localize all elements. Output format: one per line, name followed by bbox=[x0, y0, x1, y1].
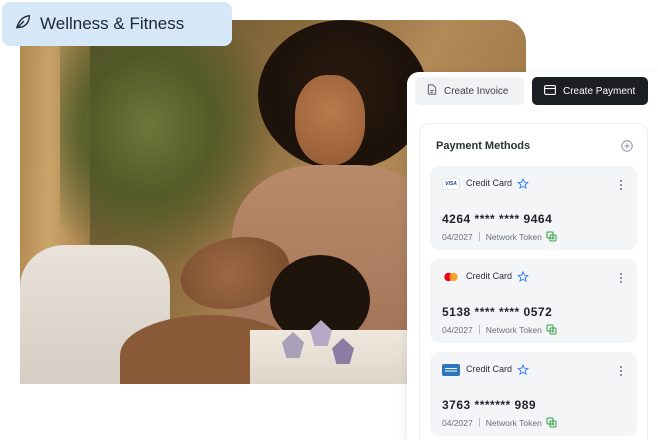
card-meta: 04/2027 Network Token bbox=[442, 417, 557, 428]
card-meta: 04/2027 Network Token bbox=[442, 231, 557, 242]
document-icon bbox=[427, 84, 437, 98]
card-number: 5138 **** **** 0572 bbox=[442, 305, 553, 319]
network-token-icon bbox=[546, 324, 557, 335]
divider bbox=[478, 232, 480, 241]
token-label: Network Token bbox=[485, 324, 542, 335]
payment-card-visa[interactable]: VISA Credit Card 4264 **** **** 9464 04/… bbox=[430, 166, 637, 250]
token-label: Network Token bbox=[485, 417, 542, 428]
star-icon[interactable] bbox=[516, 270, 530, 283]
star-icon[interactable] bbox=[516, 363, 530, 376]
amex-logo-icon bbox=[442, 364, 460, 376]
more-vertical-icon[interactable] bbox=[619, 178, 623, 190]
more-vertical-icon[interactable] bbox=[619, 271, 623, 283]
card-type-label: Credit Card bbox=[466, 364, 513, 374]
visa-logo-icon: VISA bbox=[442, 178, 460, 190]
card-number: 3763 ******* 989 bbox=[442, 398, 537, 412]
payment-methods-card: Payment Methods VISA Credit Card 4264 **… bbox=[419, 123, 648, 440]
leaf-icon bbox=[14, 13, 32, 36]
network-token-icon bbox=[546, 231, 557, 242]
therapist-face bbox=[295, 75, 365, 165]
card-expiry: 04/2027 bbox=[442, 324, 473, 335]
more-vertical-icon[interactable] bbox=[619, 364, 623, 376]
card-expiry: 04/2027 bbox=[442, 231, 473, 242]
badge-label: Wellness & Fitness bbox=[40, 14, 185, 33]
star-icon[interactable] bbox=[516, 177, 530, 190]
payment-card-mastercard[interactable]: Credit Card 5138 **** **** 0572 04/2027 … bbox=[430, 259, 637, 343]
network-token-icon bbox=[546, 417, 557, 428]
card-type-label: Credit Card bbox=[466, 178, 513, 188]
divider bbox=[478, 418, 480, 427]
create-payment-label: Create Payment bbox=[563, 85, 636, 97]
card-type-label: Credit Card bbox=[466, 271, 513, 281]
card-expiry: 04/2027 bbox=[442, 417, 473, 428]
credit-card-icon bbox=[544, 84, 556, 98]
payment-methods-title: Payment Methods bbox=[436, 140, 531, 152]
mastercard-logo-icon bbox=[442, 271, 460, 283]
divider bbox=[478, 325, 480, 334]
card-meta: 04/2027 Network Token bbox=[442, 324, 557, 335]
category-badge: Wellness & Fitness bbox=[2, 2, 232, 46]
token-label: Network Token bbox=[485, 231, 542, 242]
payment-card-amex[interactable]: Credit Card 3763 ******* 989 04/2027 Net… bbox=[430, 352, 637, 436]
add-circle-icon[interactable] bbox=[621, 139, 633, 152]
card-number: 4264 **** **** 9464 bbox=[442, 212, 553, 226]
payment-panel: Create Invoice Create Payment Payment Me… bbox=[407, 72, 658, 440]
create-invoice-button[interactable]: Create Invoice bbox=[415, 77, 524, 105]
create-invoice-label: Create Invoice bbox=[444, 85, 509, 97]
create-payment-button[interactable]: Create Payment bbox=[532, 77, 648, 105]
